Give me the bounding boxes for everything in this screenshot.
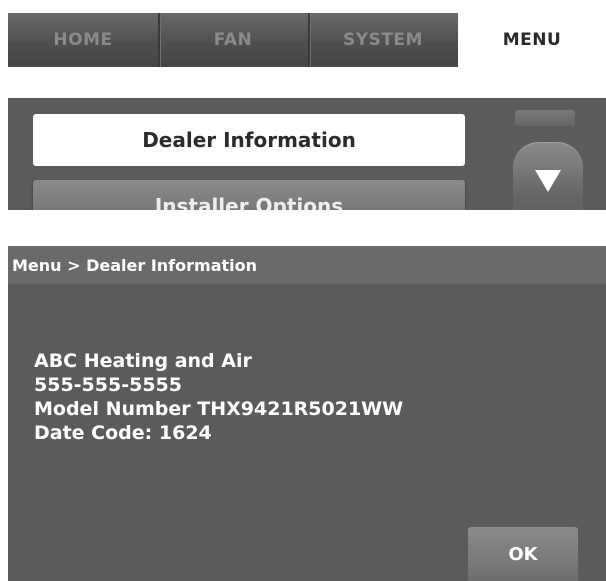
dealer-info-screen: Menu > Dealer Information ABC Heating an… [8,246,606,581]
dealer-info-text: ABC Heating and Air 555-555-5555 Model N… [34,349,403,445]
dealer-name: ABC Heating and Air [34,350,252,372]
breadcrumb: Menu > Dealer Information [8,246,606,284]
ok-button[interactable]: OK [468,527,578,581]
tab-menu[interactable]: MENU [458,13,606,67]
scroll-up-button[interactable] [515,110,575,126]
tab-fan[interactable]: FAN [158,13,308,67]
scroll-down-button[interactable] [513,142,583,210]
top-tab-bar: HOME FAN SYSTEM MENU [8,13,606,67]
dealer-phone: 555-555-5555 [34,374,182,396]
model-number: Model Number THX9421R5021WW [34,398,404,420]
menu-item-installer-options[interactable]: Installer Options [33,180,465,210]
menu-screen: Dealer Information Installer Options [8,98,606,210]
tab-home[interactable]: HOME [8,13,158,67]
down-arrow-icon [535,170,561,192]
menu-item-dealer-information[interactable]: Dealer Information [33,114,465,166]
tab-system[interactable]: SYSTEM [308,13,458,67]
date-code: Date Code: 1624 [34,422,212,444]
